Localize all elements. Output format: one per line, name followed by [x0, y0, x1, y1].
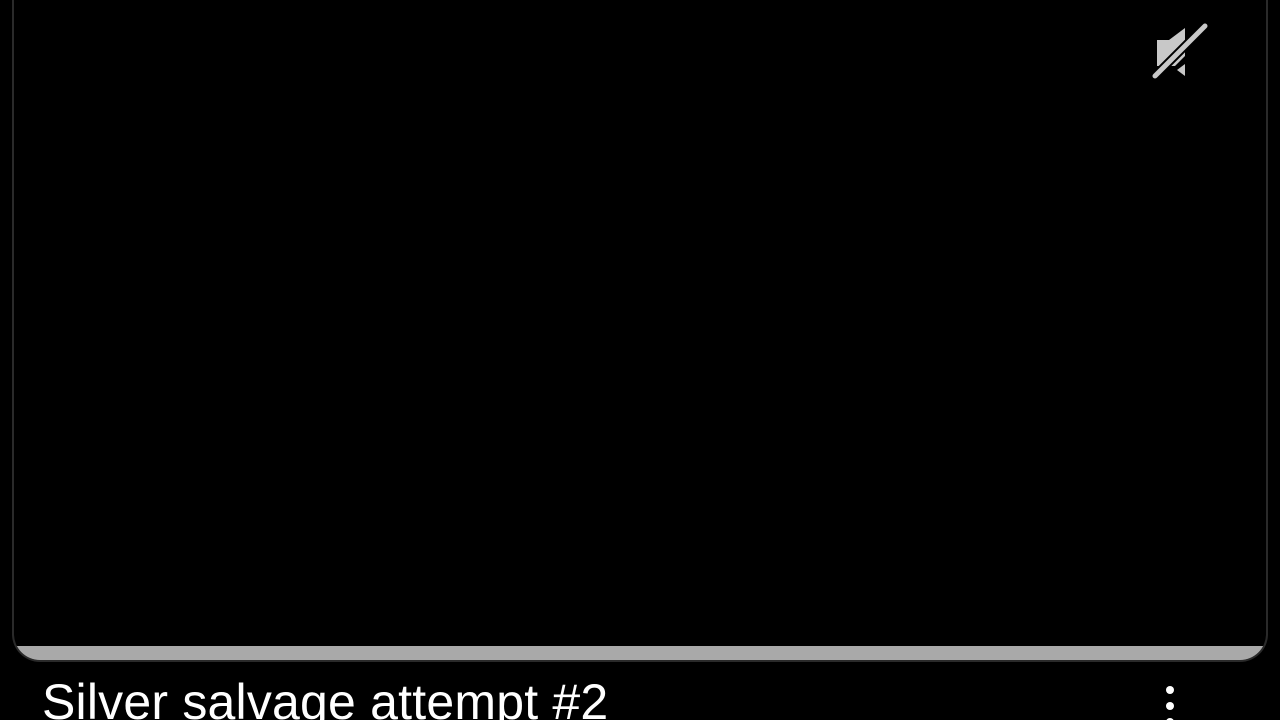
video-title[interactable]: Silver salvage attempt #2 [42, 672, 608, 720]
more-vertical-icon [1166, 686, 1174, 694]
more-options-button[interactable] [1148, 680, 1192, 720]
volume-muted-icon [1150, 21, 1210, 81]
progress-bar[interactable] [14, 646, 1266, 660]
progress-fill [14, 646, 1266, 660]
video-player[interactable] [14, 0, 1266, 660]
mute-button[interactable] [1142, 16, 1218, 86]
more-vertical-icon-dot [1166, 702, 1174, 710]
